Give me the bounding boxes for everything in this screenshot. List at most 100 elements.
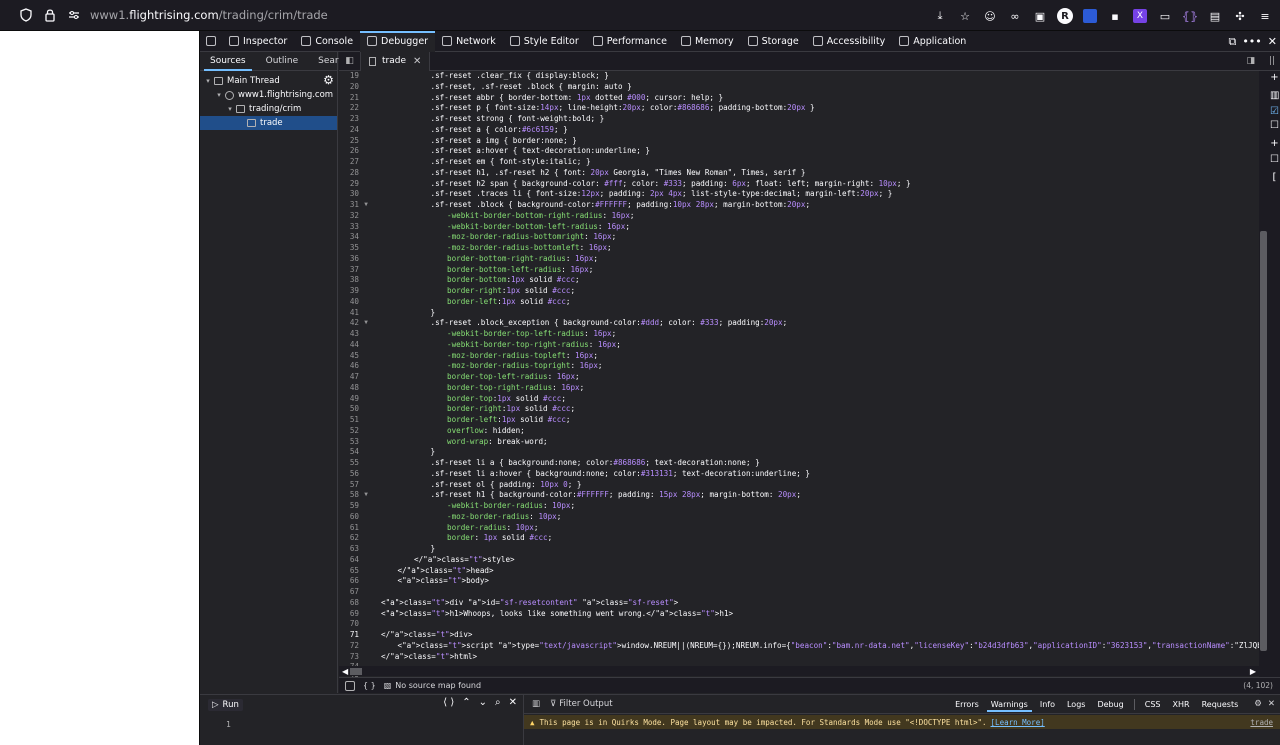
warning-source-link[interactable]: trade xyxy=(1250,718,1273,727)
filter-debug[interactable]: Debug xyxy=(1091,700,1129,709)
code-line[interactable]: 35 -moz-border-radius-bottomleft: 16px; xyxy=(339,243,1259,254)
dock-icon[interactable]: ⧉ xyxy=(1228,35,1236,49)
code-line[interactable]: 70 xyxy=(339,619,1259,630)
shield-extension-icon[interactable] xyxy=(1083,9,1097,23)
devices-icon[interactable]: ▤ xyxy=(1204,5,1226,27)
permissions-icon[interactable] xyxy=(64,5,84,25)
line-number[interactable]: 35 xyxy=(339,243,359,254)
line-number[interactable]: 32 xyxy=(339,211,359,222)
console-input-line-number[interactable]: 1 xyxy=(200,714,523,729)
code-line[interactable]: 40 border-left:1px solid #ccc; xyxy=(339,297,1259,308)
code-line[interactable]: 48 border-top-right-radius: 16px; xyxy=(339,383,1259,394)
lock-extension-icon[interactable]: ▪ xyxy=(1104,5,1126,27)
scroll-right-icon[interactable]: ▶ xyxy=(1250,667,1256,676)
code-line[interactable]: 71 </"a">class="t">div> xyxy=(339,630,1259,641)
tab-network[interactable]: Network xyxy=(435,31,503,52)
code-line[interactable]: 61 border-radius: 10px; xyxy=(339,523,1259,534)
editor-tab-trade[interactable]: trade ✕ xyxy=(361,51,431,71)
line-number[interactable]: 46 xyxy=(339,361,359,372)
code-line[interactable]: 22 .sf-reset p { font-size:14px; line-hei… xyxy=(339,103,1259,114)
line-number[interactable]: 64 xyxy=(339,555,359,566)
id-card-icon[interactable]: ▭ xyxy=(1154,5,1176,27)
line-number[interactable]: 72 xyxy=(339,641,359,652)
line-number[interactable]: 62 xyxy=(339,533,359,544)
line-number[interactable]: 47 xyxy=(339,372,359,383)
close-console-icon[interactable]: ✕ xyxy=(1268,699,1275,709)
tab-debugger[interactable]: Debugger xyxy=(360,30,436,52)
filter-requests[interactable]: Requests xyxy=(1196,700,1245,709)
code-line[interactable]: 59 -webkit-border-radius: 10px; xyxy=(339,501,1259,512)
line-number[interactable]: 43 xyxy=(339,329,359,340)
code-line[interactable]: 33 -webkit-border-bottom-left-radius: 16p… xyxy=(339,222,1259,233)
code-line[interactable]: 44 -webkit-border-top-right-radius: 16px; xyxy=(339,340,1259,351)
tab-application[interactable]: Application xyxy=(892,31,973,52)
code-line[interactable]: 30 .sf-reset .traces li { font-size:12px;… xyxy=(339,189,1259,200)
code-line[interactable]: 56 .sf-reset li a:hover { background:none… xyxy=(339,469,1259,480)
code-line[interactable]: 62 border: 1px solid #ccc; xyxy=(339,533,1259,544)
fold-toggle-icon[interactable]: ▼ xyxy=(359,200,373,211)
trash-console-icon[interactable]: ▥ xyxy=(532,699,540,709)
code-line[interactable]: 31 ▼ .sf-reset .block { background-color:#… xyxy=(339,200,1259,211)
line-number[interactable]: 45 xyxy=(339,351,359,362)
line-number[interactable]: 36 xyxy=(339,254,359,265)
line-number[interactable]: 38 xyxy=(339,275,359,286)
puzzle-icon[interactable]: ✣ xyxy=(1229,5,1251,27)
code-line[interactable]: 58 ▼ .sf-reset h1 { background-color:#FFFF… xyxy=(339,490,1259,501)
sources-tab-outline[interactable]: Outline xyxy=(256,52,309,71)
tab-accessibility[interactable]: Accessibility xyxy=(806,31,892,52)
code-line[interactable]: 34 -moz-border-radius-bottomright: 16px; xyxy=(339,232,1259,243)
code-line[interactable]: 57 .sf-reset ol { padding: 10px 0; } xyxy=(339,480,1259,491)
line-number[interactable]: 25 xyxy=(339,136,359,147)
line-number[interactable]: 50 xyxy=(339,404,359,415)
account-icon[interactable]: ☺ xyxy=(979,5,1001,27)
source-map-icon[interactable] xyxy=(345,680,355,691)
line-number[interactable]: 53 xyxy=(339,437,359,448)
menu-icon[interactable]: ≡ xyxy=(1254,5,1276,27)
line-number[interactable]: 58 xyxy=(339,490,359,501)
code-line[interactable]: 67 xyxy=(339,587,1259,598)
close-editor-icon[interactable]: ✕ xyxy=(509,697,517,708)
scroll-left-icon[interactable]: ◀ xyxy=(342,667,348,676)
filter-css[interactable]: CSS xyxy=(1139,700,1167,709)
code-line[interactable]: 24 .sf-reset a { color:#6c6159; } xyxy=(339,125,1259,136)
code-line[interactable]: 39 border-right:1px solid #ccc; xyxy=(339,286,1259,297)
line-number[interactable]: 27 xyxy=(339,157,359,168)
code-line[interactable]: 36 border-bottom-right-radius: 16px; xyxy=(339,254,1259,265)
code-line[interactable]: 37 border-bottom-left-radius: 16px; xyxy=(339,265,1259,276)
line-number[interactable]: 41 xyxy=(339,308,359,319)
tab-storage[interactable]: Storage xyxy=(741,31,806,52)
code-line[interactable]: 60 -moz-border-radius: 10px; xyxy=(339,512,1259,523)
code-line[interactable]: 27 .sf-reset em { font-style:italic; } xyxy=(339,157,1259,168)
line-number[interactable]: 37 xyxy=(339,265,359,276)
line-number[interactable]: 31 xyxy=(339,200,359,211)
code-line[interactable]: 42 ▼ .sf-reset .block_exception { backgrou… xyxy=(339,318,1259,329)
add-watch-icon[interactable]: + xyxy=(1270,73,1279,83)
line-number[interactable]: 59 xyxy=(339,501,359,512)
code-line[interactable]: 64 </"a">class="t">style> xyxy=(339,555,1259,566)
pretty-print-console-icon[interactable]: ⟨ ⟩ xyxy=(443,697,454,708)
code-line[interactable]: 38 border-bottom:1px solid #ccc; xyxy=(339,275,1259,286)
line-number[interactable]: 28 xyxy=(339,168,359,179)
line-number[interactable]: 61 xyxy=(339,523,359,534)
fold-toggle-icon[interactable]: ▼ xyxy=(359,490,373,501)
bookmark-star-icon[interactable]: ☆ xyxy=(954,5,976,27)
filter-info[interactable]: Info xyxy=(1034,700,1061,709)
run-button[interactable]: ▷ Run xyxy=(208,698,243,711)
code-line[interactable]: 45 -moz-border-radius-topleft: 16px; xyxy=(339,351,1259,362)
line-number[interactable]: 65 xyxy=(339,566,359,577)
toggle-sources-icon[interactable]: ◧ xyxy=(339,51,361,71)
code-line[interactable]: 66 <"a">class="t">body> xyxy=(339,576,1259,587)
add-icon[interactable]: + xyxy=(1270,139,1279,149)
trash-icon[interactable]: ▥ xyxy=(1270,91,1279,101)
code-line[interactable]: 19 .sf-reset .clear_fix { display:block; … xyxy=(339,71,1259,82)
code-line[interactable]: 26 .sf-reset a:hover { text-decoration:un… xyxy=(339,146,1259,157)
code-line[interactable]: 50 border-right:1px solid #ccc; xyxy=(339,404,1259,415)
tree-item-file[interactable]: trade xyxy=(200,116,337,130)
code-line[interactable]: 55 .sf-reset li a { background:none; colo… xyxy=(339,458,1259,469)
filter-xhr[interactable]: XHR xyxy=(1167,700,1196,709)
line-number[interactable]: 33 xyxy=(339,222,359,233)
line-number[interactable]: 44 xyxy=(339,340,359,351)
bracket-icon[interactable]: [ xyxy=(1270,173,1279,183)
line-number[interactable]: 30 xyxy=(339,189,359,200)
tab-performance[interactable]: Performance xyxy=(586,31,674,52)
